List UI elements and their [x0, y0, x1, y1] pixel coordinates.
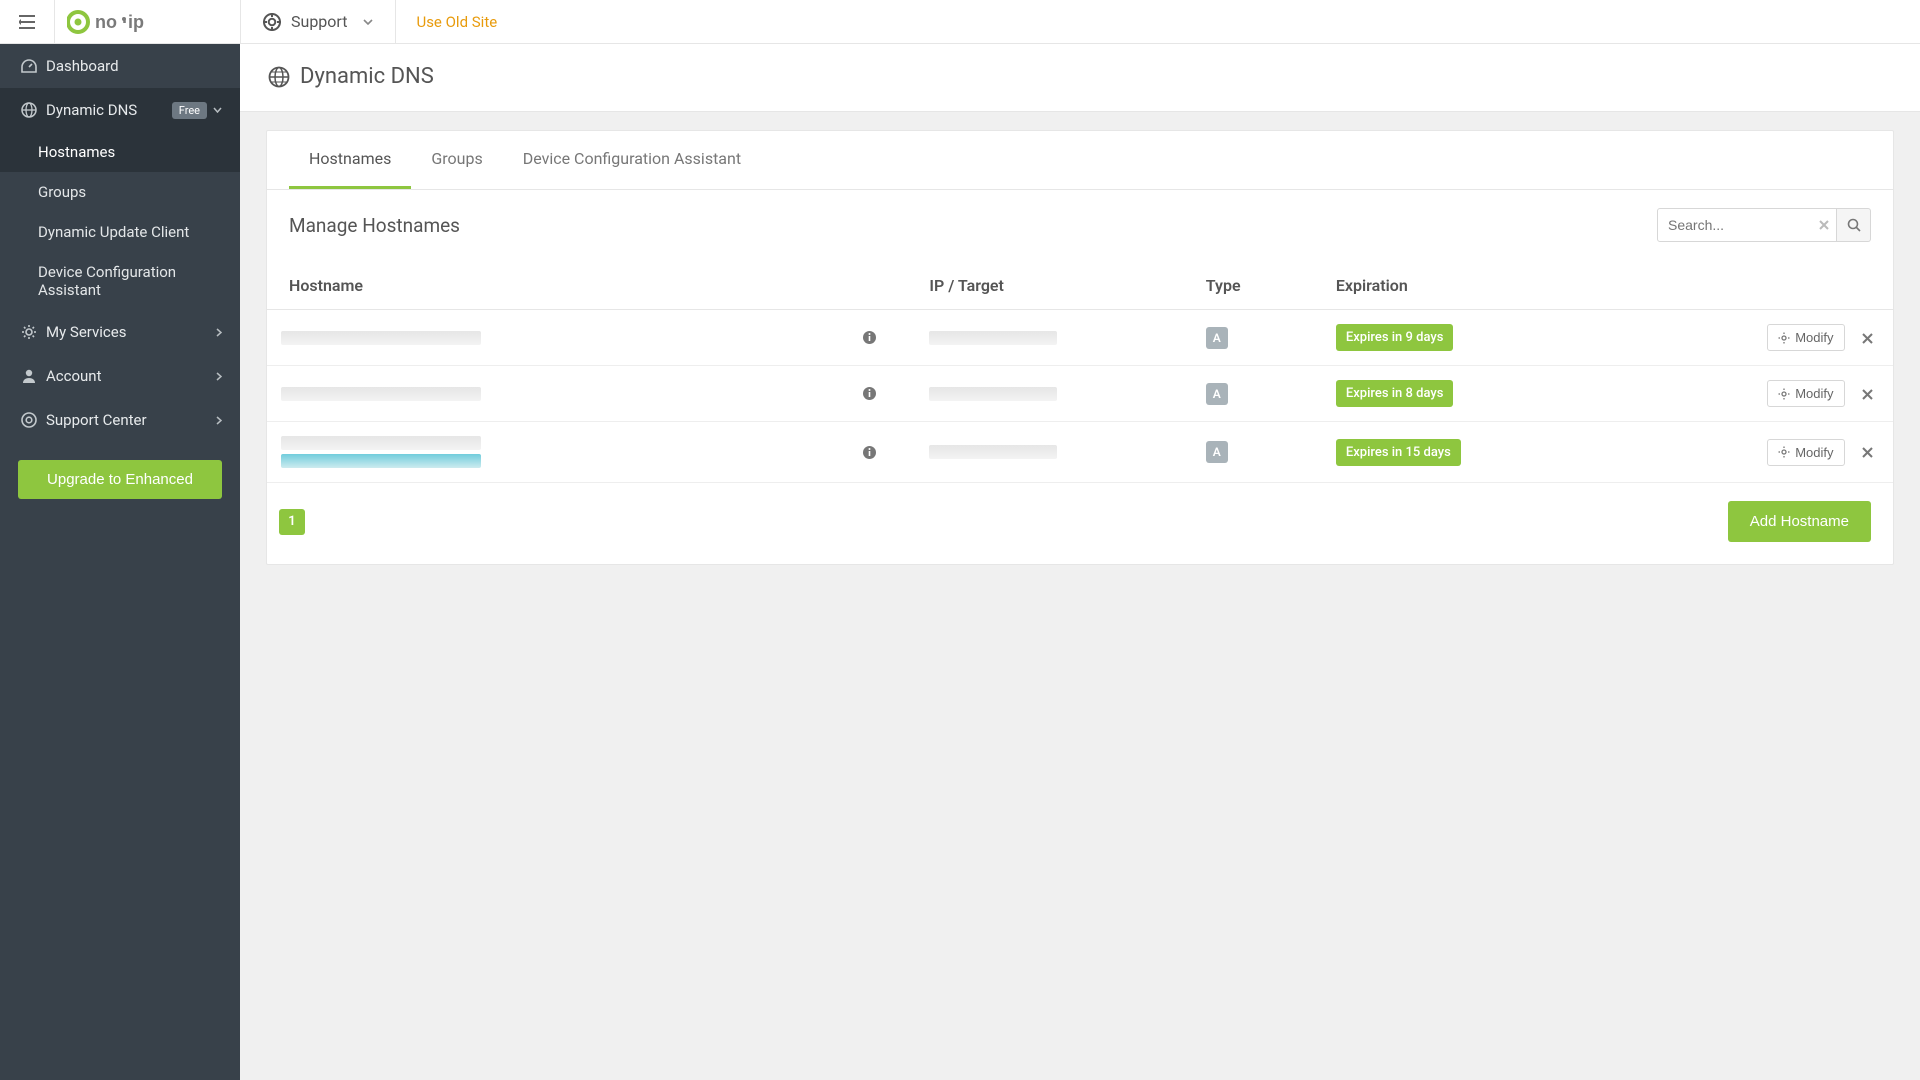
page-header: Dynamic DNS: [240, 44, 1920, 112]
sidebar-sub-hostnames[interactable]: Hostnames: [0, 132, 240, 172]
col-hostname: Hostname: [267, 262, 917, 310]
chevron-down-icon: [213, 107, 222, 113]
use-old-site-link[interactable]: Use Old Site: [396, 0, 517, 43]
sidebar-item-account[interactable]: Account: [0, 354, 240, 398]
chevron-right-icon: [216, 416, 222, 425]
modify-button[interactable]: Modify: [1767, 439, 1844, 466]
globe-icon: [18, 102, 40, 118]
hostname-redacted: [281, 331, 481, 345]
modify-label: Modify: [1795, 386, 1833, 401]
search-input[interactable]: [1657, 208, 1837, 242]
gear-icon: [1778, 446, 1790, 458]
sidebar-sub-groups[interactable]: Groups: [0, 172, 240, 212]
tab-groups[interactable]: Groups: [411, 131, 502, 189]
sidebar-item-my-services[interactable]: My Services: [0, 310, 240, 354]
hamburger-button[interactable]: [0, 0, 55, 43]
sidebar-item-dashboard[interactable]: Dashboard: [0, 44, 240, 88]
noip-logo-icon: no ·ip: [67, 9, 177, 35]
info-icon[interactable]: [862, 330, 877, 345]
globe-icon: [268, 66, 290, 88]
modify-button[interactable]: Modify: [1767, 380, 1844, 407]
col-type: Type: [1194, 262, 1324, 310]
table-row: A Expires in 15 days Modify: [267, 422, 1893, 483]
info-icon[interactable]: [862, 386, 877, 401]
chevron-right-icon: [216, 328, 222, 337]
sidebar-subnav: Hostnames Groups Dynamic Update Client D…: [0, 132, 240, 310]
hostnames-card: Hostnames Groups Device Configuration As…: [266, 130, 1894, 565]
gear-icon: [1778, 388, 1790, 400]
type-badge: A: [1206, 383, 1228, 405]
modify-label: Modify: [1795, 330, 1833, 345]
modify-label: Modify: [1795, 445, 1833, 460]
page-title: Dynamic DNS: [300, 64, 434, 89]
table-row: A Expires in 8 days Modify: [267, 366, 1893, 422]
free-badge: Free: [172, 102, 207, 119]
close-icon: [1819, 220, 1829, 230]
sidebar-label: Dynamic DNS: [46, 101, 137, 119]
chevron-right-icon: [216, 372, 222, 381]
col-expiration: Expiration: [1324, 262, 1666, 310]
sidebar: Dashboard Dynamic DNS Free Hostnames Gro…: [0, 44, 240, 1080]
sidebar-label: Support Center: [46, 411, 147, 429]
dashboard-icon: [18, 59, 40, 73]
type-badge: A: [1206, 441, 1228, 463]
logo[interactable]: no ·ip: [55, 0, 240, 43]
upgrade-button[interactable]: Upgrade to Enhanced: [18, 460, 222, 499]
support-icon: [263, 13, 281, 31]
hostnames-table: Hostname IP / Target Type Expiration: [267, 262, 1893, 483]
close-icon: [1862, 447, 1873, 458]
info-icon[interactable]: [862, 445, 877, 460]
sidebar-item-support-center[interactable]: Support Center: [0, 398, 240, 442]
expiration-badge: Expires in 8 days: [1336, 380, 1454, 407]
chevron-down-icon: [363, 19, 373, 25]
add-hostname-button[interactable]: Add Hostname: [1728, 501, 1871, 542]
close-icon: [1862, 389, 1873, 400]
delete-button[interactable]: [1862, 389, 1873, 400]
panel-title: Manage Hostnames: [289, 214, 1657, 237]
type-badge: A: [1206, 327, 1228, 349]
col-ip: IP / Target: [917, 262, 1193, 310]
ip-redacted: [929, 445, 1057, 459]
hostname-redacted: [281, 387, 481, 401]
table-row: A Expires in 9 days Modify: [267, 310, 1893, 366]
ip-redacted: [929, 387, 1057, 401]
expiration-badge: Expires in 9 days: [1336, 324, 1454, 351]
sidebar-label: Dashboard: [46, 57, 119, 75]
menu-icon: [19, 15, 35, 29]
sidebar-sub-dca[interactable]: Device Configuration Assistant: [0, 252, 240, 310]
ip-redacted: [929, 331, 1057, 345]
sidebar-label: Account: [46, 367, 102, 385]
search-button[interactable]: [1837, 208, 1871, 242]
old-site-label: Use Old Site: [416, 13, 497, 31]
topbar: no ·ip Support Use Old Site: [0, 0, 1920, 44]
user-icon: [18, 368, 40, 384]
main-content: Dynamic DNS Hostnames Groups Device Conf…: [240, 44, 1920, 1080]
svg-text:·ip: ·ip: [122, 12, 144, 32]
pagination-page[interactable]: 1: [279, 509, 305, 535]
support-label: Support: [291, 12, 347, 31]
delete-button[interactable]: [1862, 333, 1873, 344]
gear-icon: [1778, 332, 1790, 344]
hostname-redacted: [281, 436, 481, 468]
close-icon: [1862, 333, 1873, 344]
search-clear-button[interactable]: [1811, 208, 1837, 242]
tab-hostnames[interactable]: Hostnames: [289, 131, 411, 189]
search-icon: [1847, 218, 1861, 232]
tabs: Hostnames Groups Device Configuration As…: [267, 131, 1893, 190]
search-group: [1657, 208, 1871, 242]
gear-icon: [18, 324, 40, 340]
svg-text:no: no: [95, 12, 117, 32]
support-icon: [18, 412, 40, 428]
sidebar-item-dynamic-dns[interactable]: Dynamic DNS Free: [0, 88, 240, 132]
delete-button[interactable]: [1862, 447, 1873, 458]
upgrade-area: Upgrade to Enhanced: [0, 442, 240, 517]
modify-button[interactable]: Modify: [1767, 324, 1844, 351]
card-header: Manage Hostnames: [267, 190, 1893, 250]
tab-dca[interactable]: Device Configuration Assistant: [503, 131, 761, 189]
card-footer: 1 Add Hostname: [267, 483, 1893, 564]
sidebar-label: My Services: [46, 323, 126, 341]
expiration-badge: Expires in 15 days: [1336, 439, 1461, 466]
sidebar-sub-duc[interactable]: Dynamic Update Client: [0, 212, 240, 252]
support-dropdown[interactable]: Support: [240, 0, 396, 43]
